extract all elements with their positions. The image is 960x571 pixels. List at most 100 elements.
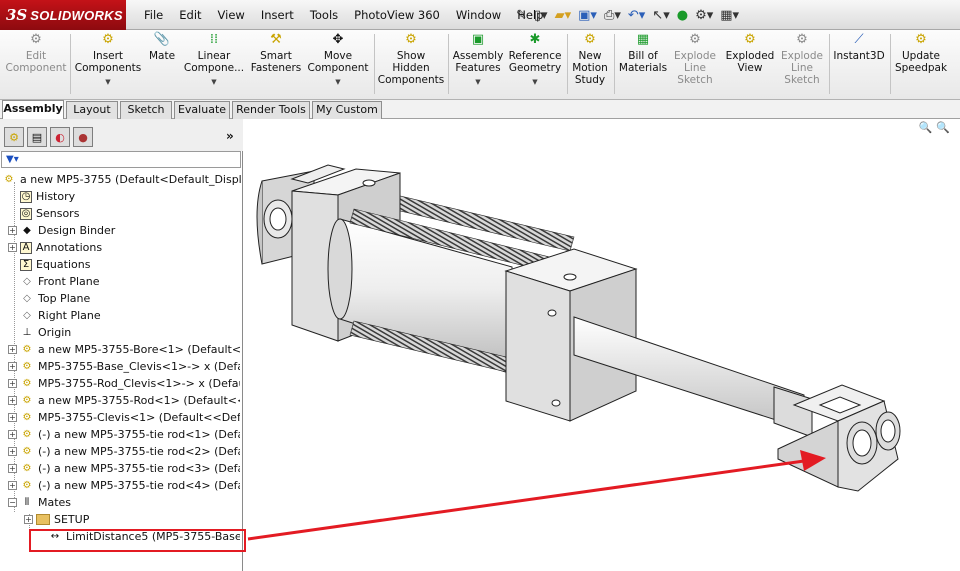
expand-icon[interactable]: + xyxy=(8,413,17,422)
chevron-down-icon[interactable]: ▼ xyxy=(532,76,537,88)
print-icon[interactable]: ⎙▾ xyxy=(604,8,621,23)
chevron-down-icon[interactable]: ▼ xyxy=(475,76,480,88)
edit-component-button[interactable]: ⚙ Edit Component xyxy=(6,32,67,98)
tree-item-label: Mates xyxy=(38,496,72,509)
tree-item[interactable]: ◷ History xyxy=(8,188,240,205)
tab-render-tools[interactable]: Render Tools xyxy=(232,101,310,119)
expand-panel-icon[interactable]: » xyxy=(226,129,234,143)
ds-logo-icon: 3S xyxy=(6,6,28,24)
grid-options-icon[interactable]: ▦▾ xyxy=(720,8,739,23)
new-motion-study-button[interactable]: ⚙ New Motion Study xyxy=(570,32,610,98)
tab-assembly[interactable]: Assembly xyxy=(2,100,64,119)
tree-item[interactable]: Σ Equations xyxy=(8,256,240,273)
highlight-callout-box xyxy=(29,529,246,552)
menu-window[interactable]: Window xyxy=(448,0,509,30)
tree-filter[interactable]: ▼▾ xyxy=(1,151,241,168)
expand-icon[interactable]: + xyxy=(8,362,17,371)
right-plane-icon: ◇ xyxy=(23,310,31,321)
new-document-icon[interactable]: ▯▾ xyxy=(534,8,548,23)
chevron-down-icon[interactable]: ▼ xyxy=(105,76,110,88)
smart-fasteners-button[interactable]: ⚒ Smart Fasteners xyxy=(248,32,304,98)
expand-icon[interactable]: + xyxy=(8,243,17,252)
expand-icon[interactable]: + xyxy=(24,515,33,524)
explode-line-sketch-button[interactable]: ⚙ Explode Line Sketch xyxy=(671,32,719,98)
menu-view[interactable]: View xyxy=(210,0,253,30)
tree-item-label: (-) a new MP5-3755-tie rod<2> (Default xyxy=(38,445,240,458)
display-manager-tab-icon[interactable]: ● xyxy=(73,127,93,147)
tree-item-label: SETUP xyxy=(54,513,90,526)
mate-icon: 📎 xyxy=(153,32,171,47)
tree-item[interactable]: + ⚙ MP5-3755-Rod_Clevis<1>-> x (Default< xyxy=(8,375,240,392)
tree-item[interactable]: ◇ Top Plane xyxy=(8,290,240,307)
tree-item[interactable]: + ⚙ (-) a new MP5-3755-tie rod<3> (Default xyxy=(8,460,240,477)
tree-item[interactable]: − ⫴ Mates xyxy=(8,494,240,511)
chevron-down-icon[interactable]: ▼ xyxy=(335,76,340,88)
tree-root-assembly[interactable]: ⚙ a new MP5-3755 (Default<Default_Display xyxy=(2,171,242,188)
menu-file[interactable]: File xyxy=(136,0,171,30)
expand-icon[interactable]: + xyxy=(8,481,17,490)
tree-item[interactable]: ◇ Front Plane xyxy=(8,273,240,290)
explode-line-sketch-2-button[interactable]: ⚙ Explode Line Sketch xyxy=(778,32,826,98)
insert-components-button[interactable]: ⚙ Insert Components ▼ xyxy=(74,32,142,98)
tree-item[interactable]: ⊥ Origin xyxy=(8,324,240,341)
linear-pattern-button[interactable]: ⁞⁞ Linear Compone... ▼ xyxy=(182,32,246,98)
chevron-down-icon[interactable]: ▼ xyxy=(211,76,216,88)
tab-layout[interactable]: Layout xyxy=(66,101,118,119)
expand-icon[interactable]: + xyxy=(8,464,17,473)
options-icon[interactable]: ⚙▾ xyxy=(695,8,713,23)
expand-icon[interactable]: + xyxy=(8,226,17,235)
save-icon[interactable]: ▣▾ xyxy=(578,8,597,23)
expand-icon[interactable]: + xyxy=(8,345,17,354)
tree-item[interactable]: + ⚙ (-) a new MP5-3755-tie rod<2> (Default xyxy=(8,443,240,460)
move-component-button[interactable]: ✥ Move Component ▼ xyxy=(306,32,370,98)
tree-item[interactable]: + ⚙ a new MP5-3755-Rod<1> (Default<<De xyxy=(8,392,240,409)
menu-insert[interactable]: Insert xyxy=(253,0,302,30)
select-arrow-icon[interactable]: ↖▾ xyxy=(652,8,669,23)
expand-icon[interactable]: + xyxy=(8,447,17,456)
tree-item-label: Sensors xyxy=(36,207,80,220)
pin-icon[interactable]: ✎ xyxy=(516,8,527,23)
instant3d-button[interactable]: ⟋ Instant3D xyxy=(832,32,886,98)
reference-geometry-button[interactable]: ✱ Reference Geometry ▼ xyxy=(506,32,564,98)
tree-item[interactable]: + ⚙ (-) a new MP5-3755-tie rod<1> (Default xyxy=(8,426,240,443)
tree-item-label: Right Plane xyxy=(38,309,101,322)
feature-manager-tab-icon[interactable]: ⚙ xyxy=(4,127,24,147)
tree-item[interactable]: + ⚙ a new MP5-3755-Bore<1> (Default<<D xyxy=(8,341,240,358)
menu-photoview[interactable]: PhotoView 360 xyxy=(346,0,448,30)
configuration-manager-tab-icon[interactable]: ◐ xyxy=(50,127,70,147)
tree-item[interactable]: + ⚙ MP5-3755-Base_Clevis<1>-> x (Default xyxy=(8,358,240,375)
expand-icon[interactable]: + xyxy=(8,379,17,388)
expand-icon[interactable]: − xyxy=(8,498,17,507)
tree-item-label: a new MP5-3755-Bore<1> (Default<<D xyxy=(38,343,240,356)
tree-item[interactable]: + ⚙ (-) a new MP5-3755-tie rod<4> (Default xyxy=(8,477,240,494)
tree-item[interactable]: ◎ Sensors xyxy=(8,205,240,222)
tree-item-label: Equations xyxy=(36,258,91,271)
assembly-features-button[interactable]: ▣ Assembly Features ▼ xyxy=(452,32,504,98)
mate-button[interactable]: 📎 Mate xyxy=(145,32,179,98)
tree-item[interactable]: + ◆ Design Binder xyxy=(8,222,240,239)
property-manager-tab-icon[interactable]: ▤ xyxy=(27,127,47,147)
tab-evaluate[interactable]: Evaluate xyxy=(174,101,230,119)
undo-icon[interactable]: ↶▾ xyxy=(628,8,645,23)
solidworks-logo[interactable]: 3S SOLIDWORKS xyxy=(0,0,126,30)
tree-item[interactable]: + SETUP xyxy=(24,511,240,528)
update-speedpak-button[interactable]: ⚙ Update Speedpak xyxy=(893,32,949,98)
rebuild-icon[interactable]: ● xyxy=(677,8,688,23)
open-folder-icon[interactable]: ▰▾ xyxy=(555,8,572,23)
motion-study-icon: ⚙ xyxy=(584,32,596,47)
menu-tools[interactable]: Tools xyxy=(302,0,346,30)
expand-icon[interactable]: + xyxy=(8,430,17,439)
tab-sketch[interactable]: Sketch xyxy=(120,101,172,119)
tree-item[interactable]: ◇ Right Plane xyxy=(8,307,240,324)
tree-item[interactable]: + ⚙ MP5-3755-Clevis<1> (Default<<Default xyxy=(8,409,240,426)
tab-my-custom[interactable]: My Custom xyxy=(312,101,382,119)
tree-item[interactable]: + A Annotations xyxy=(8,239,240,256)
cylinder-assembly-model[interactable] xyxy=(244,119,960,571)
show-hidden-components-button[interactable]: ⚙ Show Hidden Components xyxy=(378,32,444,98)
exploded-view-button[interactable]: ⚙ Exploded View xyxy=(722,32,778,98)
bill-of-materials-button[interactable]: ▦ Bill of Materials xyxy=(617,32,669,98)
expand-icon[interactable]: + xyxy=(8,396,17,405)
graphics-area[interactable]: 🔍🔍 xyxy=(244,119,960,571)
menu-edit[interactable]: Edit xyxy=(171,0,209,30)
tree-item-label: Origin xyxy=(38,326,72,339)
